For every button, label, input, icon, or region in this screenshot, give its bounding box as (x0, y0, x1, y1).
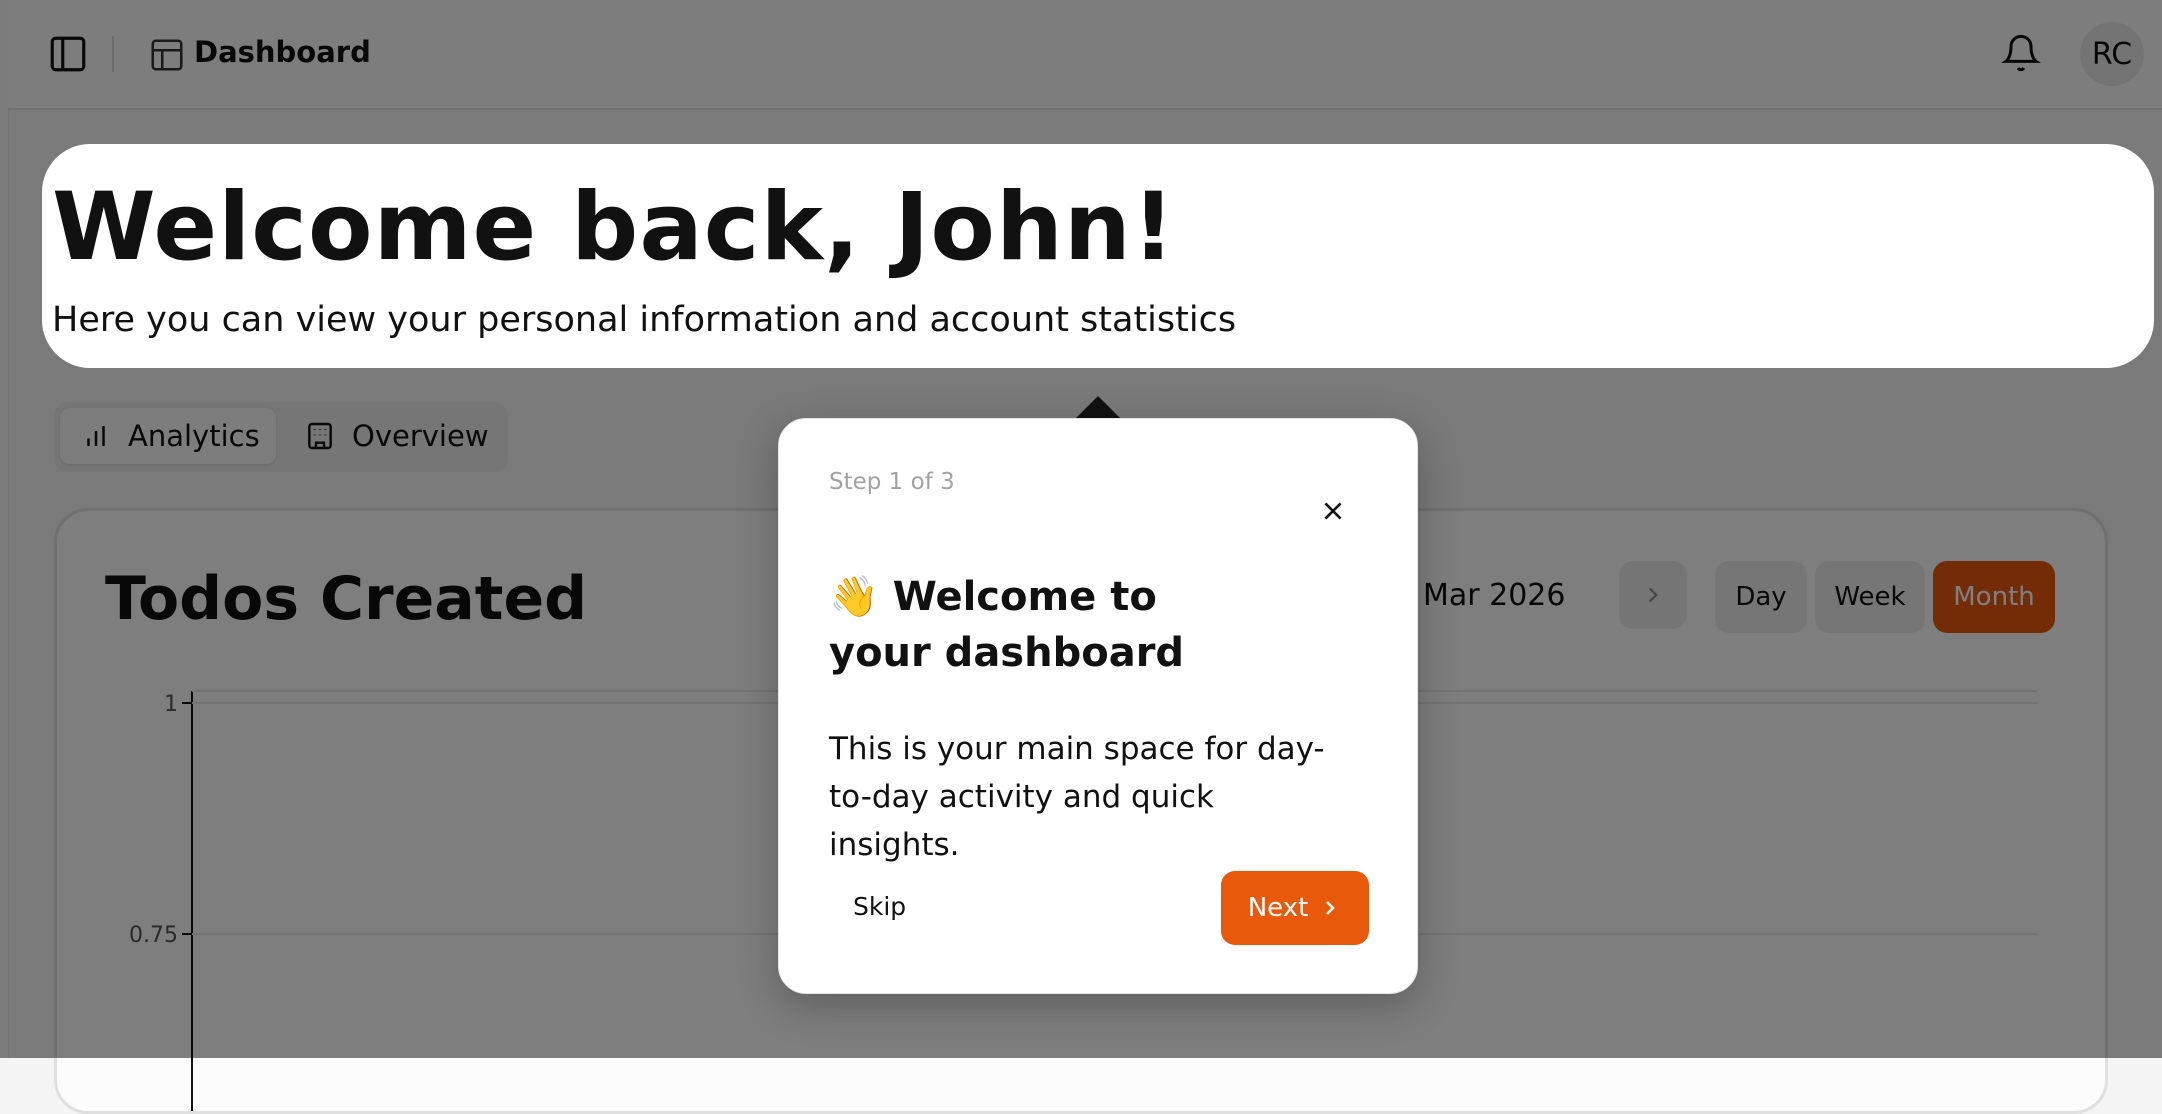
popover-arrow (1076, 396, 1120, 418)
welcome-subheading: Here you can view your personal informat… (52, 300, 1237, 340)
welcome-heading: Welcome back, John! (52, 173, 1176, 282)
tour-popover: Step 1 of 3 👋 Welcome to your dashboard … (778, 418, 1418, 994)
tour-body: This is your main space for day-to-day a… (829, 731, 1325, 863)
next-button-label: Next (1247, 893, 1309, 923)
welcome-banner: Welcome back, John! Here you can view yo… (42, 144, 2154, 368)
tour-title-text: Welcome to your dashboard (829, 574, 1185, 676)
tour-step-label: Step 1 of 3 (829, 469, 955, 495)
chevron-right-icon (1326, 901, 1335, 915)
waving-hand-icon: 👋 (829, 574, 879, 620)
next-button[interactable]: Next (1221, 871, 1369, 945)
skip-button[interactable]: Skip (829, 873, 930, 941)
close-tour-button[interactable] (1309, 487, 1357, 535)
tour-title: 👋 Welcome to your dashboard (829, 569, 1189, 681)
app-root: Dashboard RC Analytics Overview 10.75 To… (0, 0, 2162, 1114)
close-icon (1324, 502, 1342, 520)
